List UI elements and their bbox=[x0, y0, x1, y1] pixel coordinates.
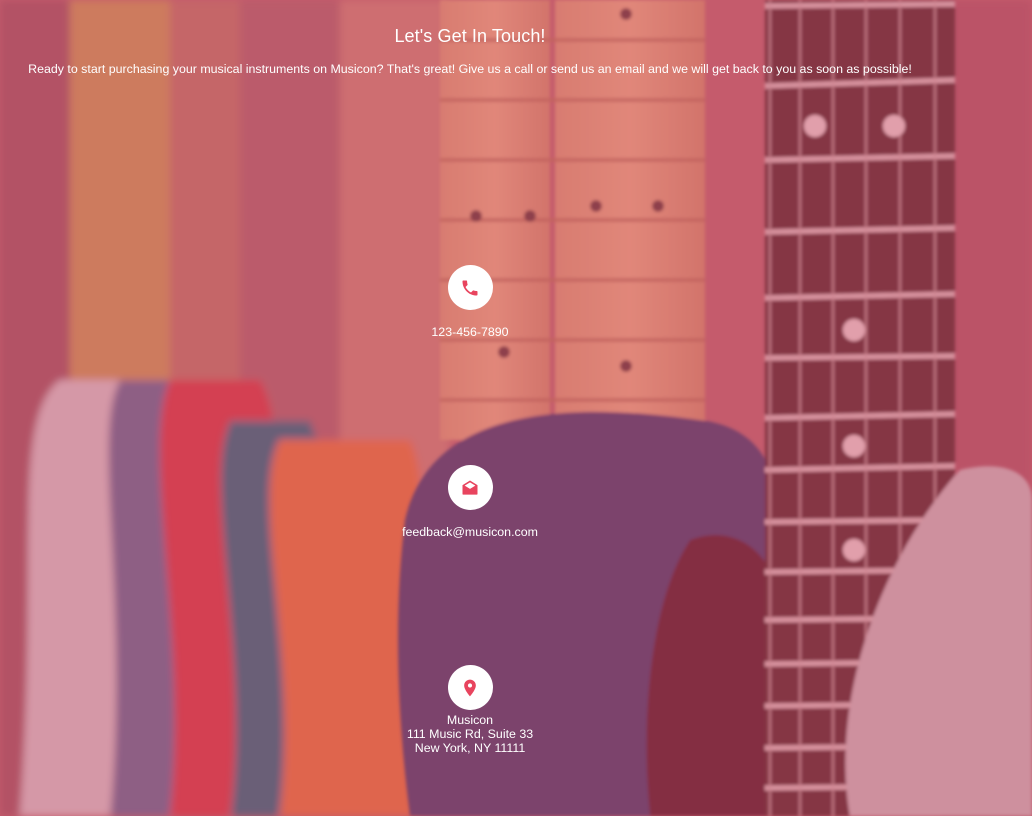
phone-contact: 123-456-7890 bbox=[370, 265, 570, 339]
email-button[interactable] bbox=[447, 465, 493, 510]
address-text: Musicon 111 Music Rd, Suite 33 New York,… bbox=[370, 713, 570, 755]
page-title: Let's Get In Touch! bbox=[394, 26, 546, 46]
address-line-city: New York, NY 11111 bbox=[414, 741, 526, 755]
envelope-icon bbox=[462, 480, 478, 495]
location-button[interactable] bbox=[447, 665, 493, 710]
address-contact: Musicon 111 Music Rd, Suite 33 New York,… bbox=[370, 665, 570, 755]
email-contact: feedback@musicon.com bbox=[370, 465, 570, 539]
phone-icon bbox=[462, 280, 478, 295]
address-line-street: 111 Music Rd, Suite 33 bbox=[406, 727, 534, 741]
phone-number[interactable]: 123-456-7890 bbox=[370, 325, 570, 339]
intro-text: Ready to start purchasing your musical i… bbox=[28, 62, 912, 76]
phone-button[interactable] bbox=[447, 265, 493, 310]
email-address[interactable]: feedback@musicon.com bbox=[370, 525, 570, 539]
address-line-company: Musicon bbox=[446, 713, 494, 727]
location-pin-icon bbox=[464, 679, 476, 696]
